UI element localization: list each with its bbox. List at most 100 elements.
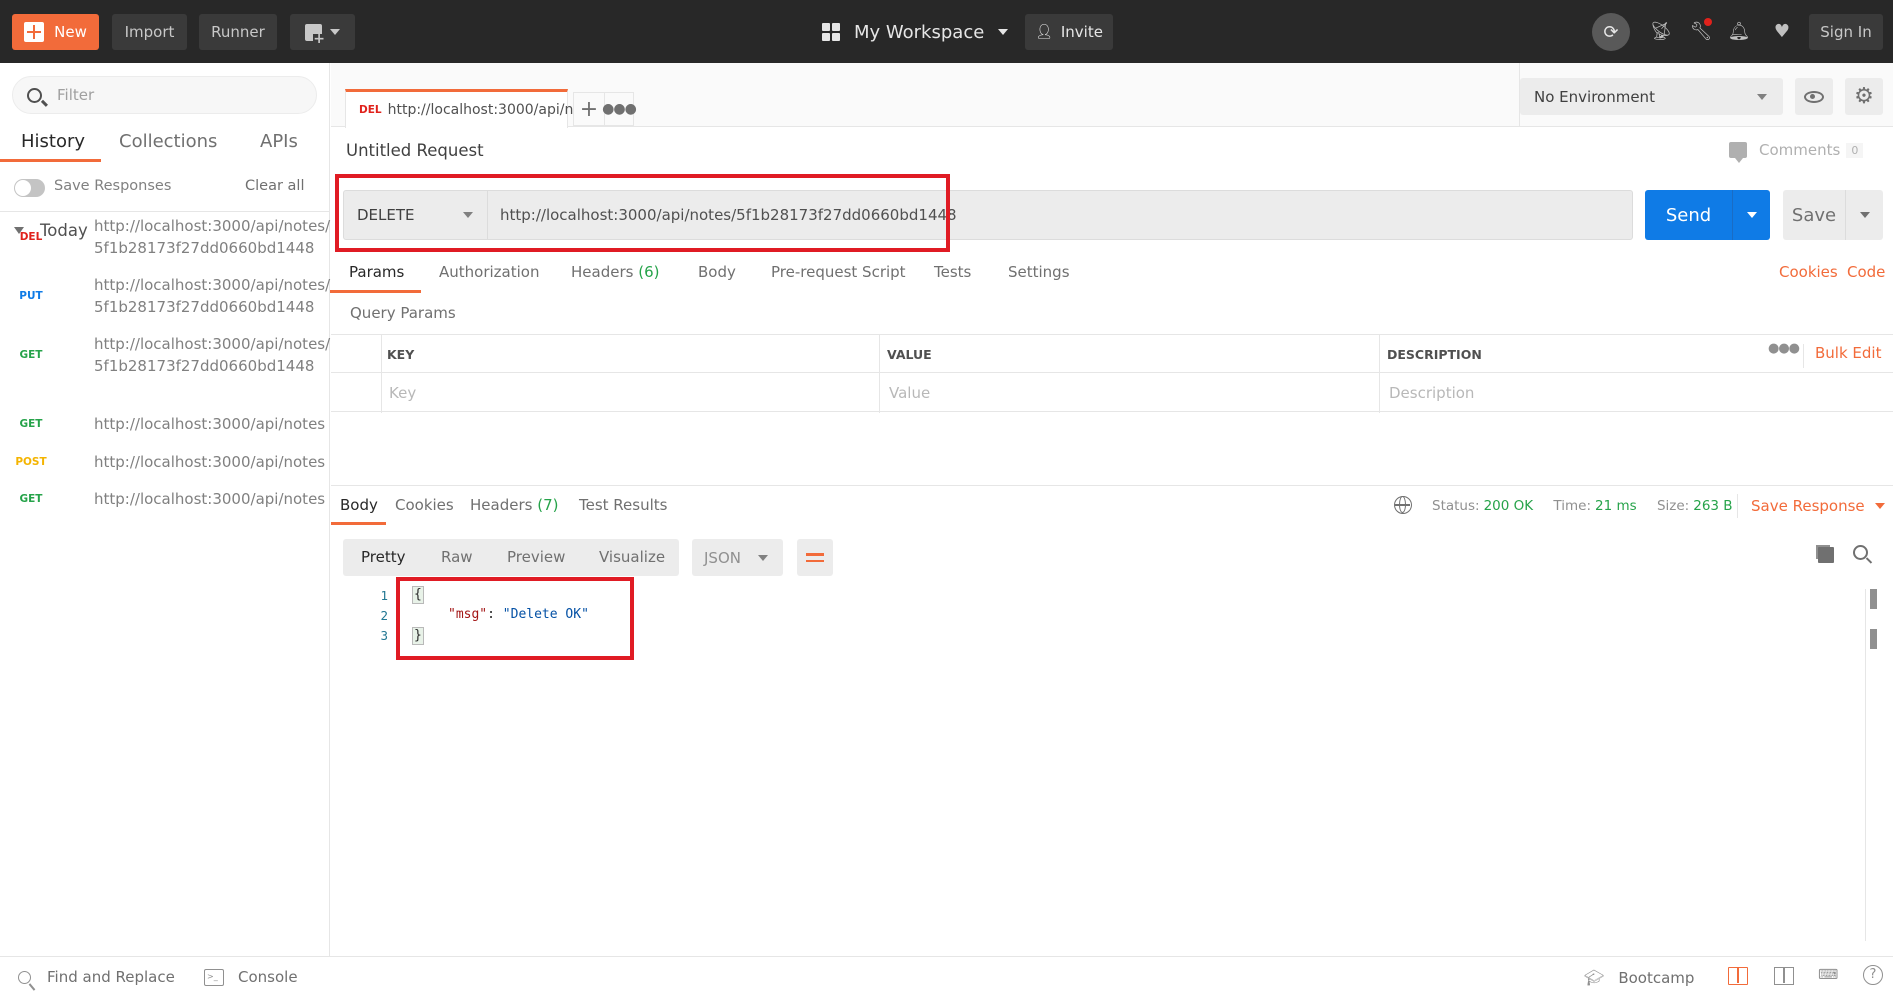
format-raw[interactable]: Raw (441, 548, 473, 566)
history-item[interactable]: DEL http://localhost:3000/api/notes/5f1b2… (0, 215, 330, 259)
filter-placeholder: Filter (57, 86, 95, 104)
bootcamp-button[interactable]: 🎓︎ Bootcamp (1584, 968, 1694, 987)
history-item[interactable]: GET http://localhost:3000/api/notes (0, 488, 330, 510)
sign-in-button[interactable]: Sign In (1809, 14, 1883, 50)
language-select[interactable]: JSON (692, 539, 783, 576)
url-line: http://localhost:3000/api/notes (94, 453, 326, 471)
tab-authorization[interactable]: Authorization (439, 263, 539, 281)
history-item[interactable]: PUT http://localhost:3000/api/notes/5f1b2… (0, 274, 330, 318)
query-params-label: Query Params (350, 304, 456, 322)
history-url: http://localhost:3000/api/notes/5f1b2817… (94, 215, 330, 259)
new-button[interactable]: New (12, 14, 99, 50)
wrap-icon-line (806, 559, 824, 562)
column-divider (879, 335, 880, 413)
find-replace-button[interactable]: Find and Replace (18, 968, 175, 986)
workspace-selector[interactable]: My Workspace (822, 14, 1009, 50)
find-icon (18, 970, 31, 984)
history-url: http://localhost:3000/api/notes (94, 451, 325, 473)
method-badge: POST (15, 456, 47, 468)
notification-dot (1704, 18, 1712, 26)
tab-body[interactable]: Body (698, 263, 736, 281)
heart-icon[interactable]: ♥ (1767, 16, 1797, 46)
value-input[interactable]: Value (889, 384, 930, 402)
more-tabs-button[interactable]: ●●● (602, 92, 637, 126)
request-tab[interactable]: DEL http://localhost:3000/api/notes... (345, 89, 617, 128)
invite-button[interactable]: 👤︎ Invite (1025, 14, 1113, 50)
tab-tests[interactable]: Tests (934, 263, 971, 281)
scrollbar-thumb[interactable] (1870, 589, 1877, 609)
bell-icon[interactable]: 🔔︎ (1724, 16, 1754, 46)
status-label: Status: (1432, 498, 1480, 514)
console-button[interactable]: >_ Console (204, 968, 298, 986)
history-item[interactable]: GET http://localhost:3000/api/notes/5f1b2… (0, 333, 331, 377)
response-tab-headers[interactable]: Headers (7) (470, 496, 558, 514)
time-value[interactable]: 21 ms (1595, 498, 1637, 514)
active-tab-indicator (0, 159, 101, 162)
comments-button[interactable]: Comments 0 (1729, 141, 1864, 163)
split-view-icon[interactable] (1774, 967, 1794, 985)
globe-icon[interactable] (1394, 496, 1412, 514)
sync-off-icon[interactable]: ⟳ (1592, 13, 1630, 51)
tab-settings[interactable]: Settings (1008, 263, 1070, 281)
filter-input[interactable]: Filter (12, 76, 317, 114)
import-button[interactable]: Import (112, 14, 187, 50)
send-button[interactable]: Send (1645, 190, 1770, 240)
status-value[interactable]: 200 OK (1484, 498, 1534, 514)
url-line: 5f1b28173f27dd0660bd1448 (94, 357, 315, 375)
scrollbar-thumb[interactable] (1870, 629, 1877, 649)
manage-environments-button[interactable]: ⚙ (1845, 78, 1883, 115)
table-header-row (331, 335, 1893, 373)
clear-all-button[interactable]: Clear all (245, 178, 304, 194)
new-window-button[interactable]: + (290, 14, 355, 50)
url-line: http://localhost:3000/api/notes/ (94, 276, 331, 294)
sidebar-tab-history[interactable]: History (21, 131, 85, 152)
find-replace-label: Find and Replace (47, 968, 175, 986)
keyboard-shortcuts-icon[interactable]: ⌨ (1818, 967, 1838, 985)
url-line: http://localhost:3000/api/notes/ (94, 335, 331, 353)
send-label: Send (1665, 204, 1712, 226)
cookies-link[interactable]: Cookies (1779, 263, 1838, 281)
response-tab-cookies[interactable]: Cookies (395, 496, 454, 514)
help-icon[interactable]: ? (1863, 965, 1883, 985)
copy-icon[interactable] (1818, 547, 1834, 563)
request-title[interactable]: Untitled Request (346, 141, 484, 160)
save-button[interactable]: Save (1783, 190, 1883, 240)
sidebar-tab-collections[interactable]: Collections (119, 131, 217, 152)
history-item[interactable]: GET http://localhost:3000/api/notes (0, 413, 330, 435)
format-visualize[interactable]: Visualize (599, 548, 665, 566)
two-pane-view-icon[interactable] (1728, 967, 1748, 985)
table-options-button[interactable]: ●●● (1768, 341, 1800, 356)
response-tab-body[interactable]: Body (340, 496, 378, 514)
format-preview[interactable]: Preview (507, 548, 565, 566)
send-options-button[interactable] (1732, 190, 1770, 240)
settings-wrench-icon[interactable]: 🔧︎ (1686, 16, 1716, 46)
response-tab-test-results[interactable]: Test Results (579, 496, 667, 514)
code-link[interactable]: Code (1847, 263, 1885, 281)
tab-headers[interactable]: Headers (6) (571, 263, 659, 281)
tab-params[interactable]: Params (349, 263, 404, 281)
satellite-icon[interactable]: 📡︎ (1646, 16, 1676, 46)
description-input[interactable]: Description (1389, 384, 1474, 402)
save-options-button[interactable] (1845, 190, 1883, 240)
new-tab-button[interactable]: + (573, 92, 604, 126)
environment-quick-look-button[interactable] (1795, 78, 1833, 115)
workspace-grid-icon (822, 23, 840, 41)
size-label: Size: (1656, 498, 1690, 514)
history-item[interactable]: POST http://localhost:3000/api/notes (0, 451, 330, 473)
save-responses-toggle[interactable] (14, 179, 45, 197)
bulk-edit-link[interactable]: Bulk Edit (1815, 344, 1881, 362)
runner-button[interactable]: Runner (199, 14, 277, 50)
key-input[interactable]: Key (389, 384, 416, 402)
tab-pre-request-script[interactable]: Pre-request Script (771, 263, 906, 281)
wrap-icon (806, 553, 824, 556)
save-response-button[interactable]: Save Response (1751, 497, 1885, 515)
size-value[interactable]: 263 B (1693, 498, 1732, 514)
wrap-lines-button[interactable] (797, 539, 833, 576)
search-icon[interactable] (1853, 545, 1868, 560)
response-divider[interactable] (331, 485, 1893, 486)
chevron-down-icon (1859, 212, 1870, 218)
environment-selector[interactable]: No Environment (1520, 78, 1783, 115)
invite-label: Invite (1060, 23, 1103, 41)
format-pretty[interactable]: Pretty (361, 548, 406, 566)
sidebar-tab-apis[interactable]: APIs (260, 131, 298, 152)
